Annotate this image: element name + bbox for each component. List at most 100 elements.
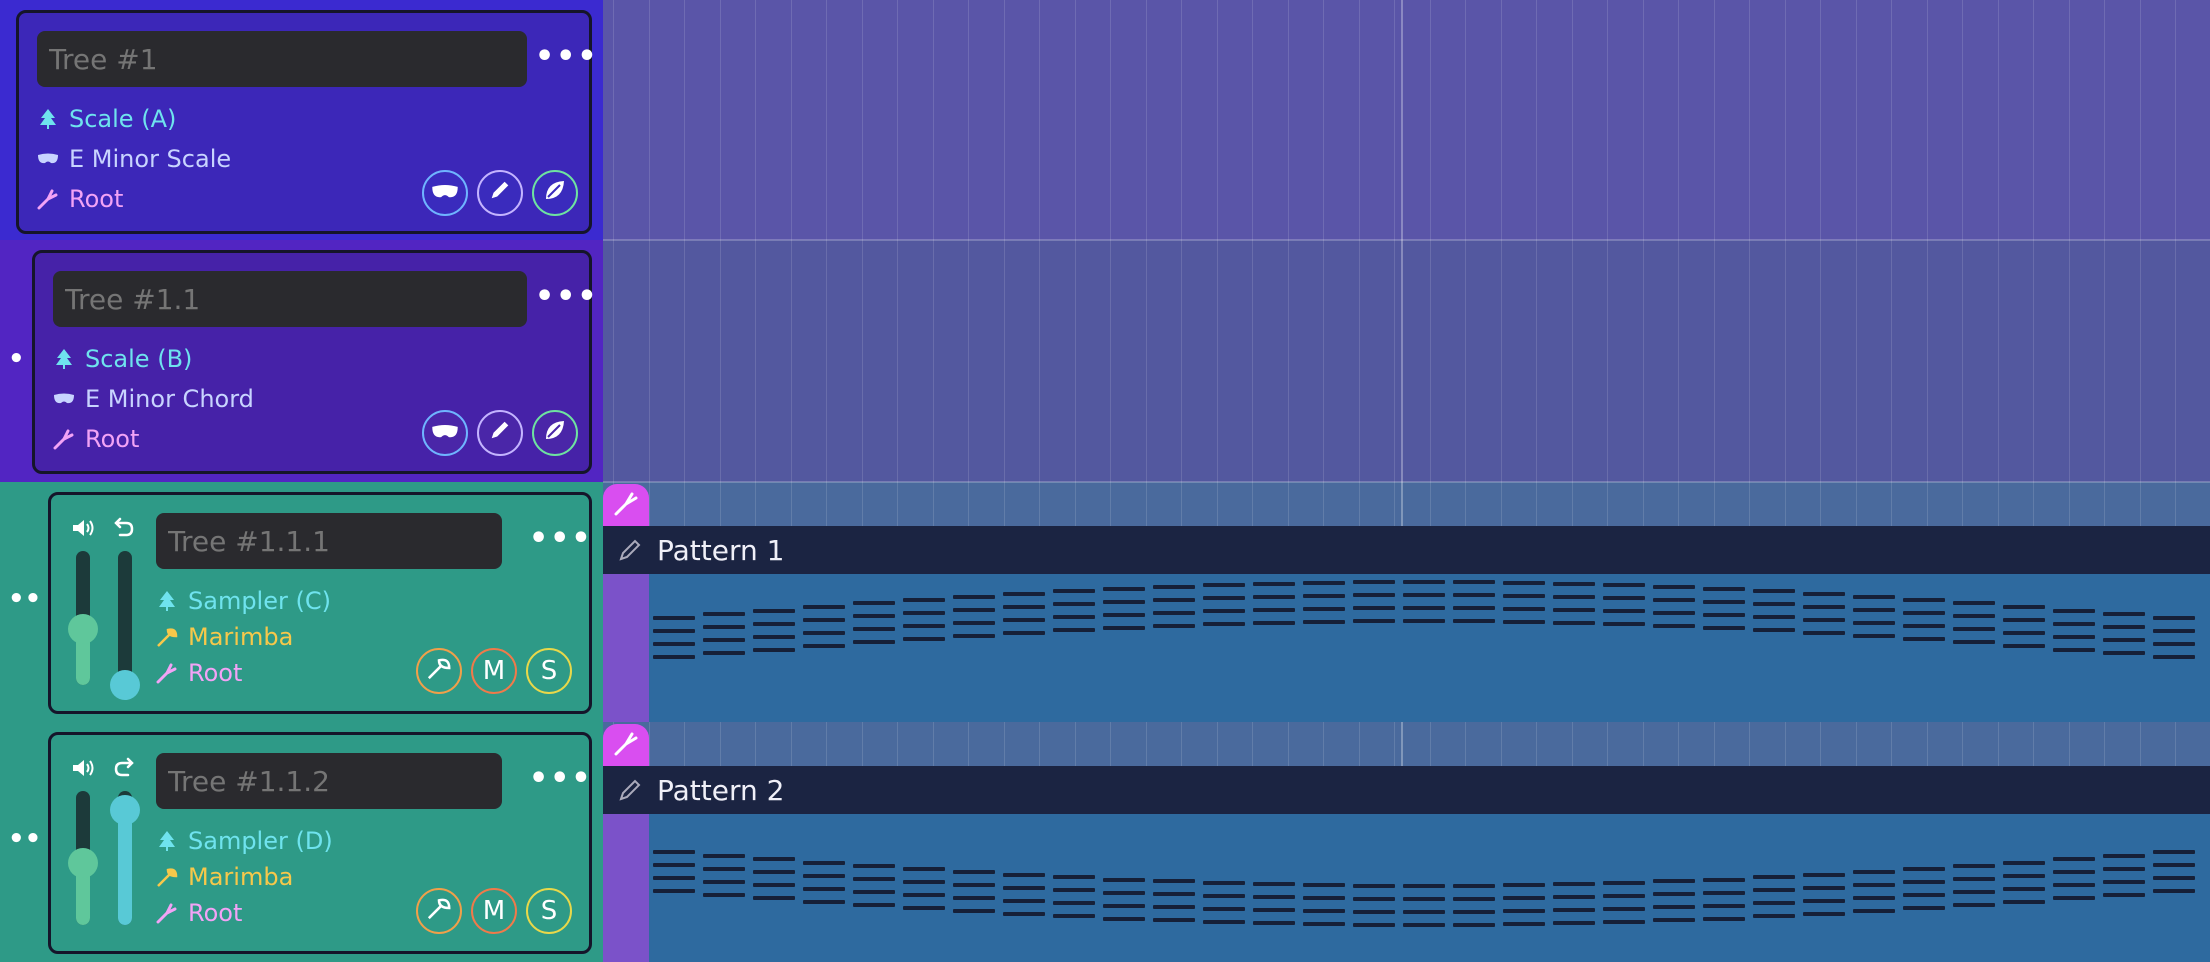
note[interactable] [1103, 904, 1145, 908]
note[interactable] [1553, 895, 1595, 899]
note[interactable] [1053, 914, 1095, 918]
note[interactable] [1303, 594, 1345, 598]
note[interactable] [1853, 608, 1895, 612]
note[interactable] [1503, 581, 1545, 585]
mask-button[interactable] [422, 410, 468, 456]
note[interactable] [803, 605, 845, 609]
note[interactable] [1753, 914, 1795, 918]
note[interactable] [1203, 609, 1245, 613]
tree-name-input[interactable] [156, 513, 502, 569]
note[interactable] [903, 624, 945, 628]
note[interactable] [1203, 881, 1245, 885]
note[interactable] [1103, 891, 1145, 895]
note[interactable] [1053, 901, 1095, 905]
note[interactable] [1853, 870, 1895, 874]
note[interactable] [1153, 879, 1195, 883]
note[interactable] [1103, 626, 1145, 630]
note[interactable] [1903, 867, 1945, 871]
note[interactable] [1703, 904, 1745, 908]
note[interactable] [903, 598, 945, 602]
note[interactable] [1953, 640, 1995, 644]
pattern-2-handle[interactable] [603, 724, 649, 768]
mask-row[interactable]: E Minor Chord [53, 385, 254, 413]
note[interactable] [2153, 655, 2195, 659]
note[interactable] [903, 611, 945, 615]
note[interactable] [953, 634, 995, 638]
note[interactable] [953, 870, 995, 874]
note[interactable] [1003, 618, 1045, 622]
more-menu-button[interactable]: ••• [535, 282, 599, 312]
note[interactable] [1153, 585, 1195, 589]
tune-knob[interactable] [110, 670, 140, 700]
note[interactable] [2003, 900, 2045, 904]
note[interactable] [2053, 648, 2095, 652]
pencil-button[interactable] [477, 410, 523, 456]
note[interactable] [803, 631, 845, 635]
note[interactable] [2103, 612, 2145, 616]
note[interactable] [1303, 883, 1345, 887]
note[interactable] [1453, 897, 1495, 901]
note[interactable] [1853, 896, 1895, 900]
note[interactable] [1703, 626, 1745, 630]
more-menu-button[interactable]: ••• [529, 524, 593, 554]
note[interactable] [853, 877, 895, 881]
note[interactable] [2003, 861, 2045, 865]
pencil-icon[interactable] [617, 777, 643, 803]
note[interactable] [2103, 651, 2145, 655]
note[interactable] [1853, 909, 1895, 913]
note[interactable] [753, 870, 795, 874]
note[interactable] [853, 614, 895, 618]
pattern-1-body[interactable] [649, 574, 2210, 722]
note[interactable] [1853, 634, 1895, 638]
note[interactable] [703, 651, 745, 655]
note[interactable] [853, 640, 895, 644]
root-row[interactable]: Root [156, 899, 242, 927]
note[interactable] [1253, 882, 1295, 886]
note[interactable] [1353, 897, 1395, 901]
note[interactable] [1703, 917, 1745, 921]
note[interactable] [1903, 893, 1945, 897]
note[interactable] [1803, 618, 1845, 622]
note[interactable] [653, 850, 695, 854]
sampler-row[interactable]: Sampler (C) [156, 587, 331, 615]
note[interactable] [653, 629, 695, 633]
note[interactable] [1753, 875, 1795, 879]
note[interactable] [1103, 600, 1145, 604]
note[interactable] [1503, 922, 1545, 926]
note[interactable] [2003, 644, 2045, 648]
note[interactable] [1303, 909, 1345, 913]
note[interactable] [1703, 878, 1745, 882]
leaf-button[interactable] [532, 170, 578, 216]
note[interactable] [1853, 595, 1895, 599]
note[interactable] [1253, 608, 1295, 612]
note[interactable] [1053, 602, 1095, 606]
note[interactable] [703, 612, 745, 616]
note[interactable] [953, 608, 995, 612]
note[interactable] [1753, 615, 1795, 619]
note[interactable] [2003, 631, 2045, 635]
note[interactable] [2003, 605, 2045, 609]
pencil-icon[interactable] [617, 537, 643, 563]
note[interactable] [1403, 910, 1445, 914]
solo-button[interactable]: S [526, 888, 572, 934]
note[interactable] [2103, 867, 2145, 871]
note[interactable] [1353, 923, 1395, 927]
note[interactable] [753, 609, 795, 613]
note[interactable] [1003, 899, 1045, 903]
note[interactable] [853, 890, 895, 894]
note[interactable] [1953, 890, 1995, 894]
note[interactable] [1353, 580, 1395, 584]
note[interactable] [1003, 631, 1045, 635]
more-menu-button[interactable]: ••• [535, 42, 599, 72]
note[interactable] [903, 893, 945, 897]
note[interactable] [703, 854, 745, 858]
note[interactable] [703, 638, 745, 642]
tree-name-input[interactable] [156, 753, 502, 809]
root-row[interactable]: Root [37, 185, 123, 213]
instrument-row[interactable]: Marimba [156, 863, 293, 891]
note[interactable] [2053, 857, 2095, 861]
note[interactable] [753, 622, 795, 626]
note[interactable] [1703, 891, 1745, 895]
note[interactable] [1203, 622, 1245, 626]
note[interactable] [1653, 585, 1695, 589]
